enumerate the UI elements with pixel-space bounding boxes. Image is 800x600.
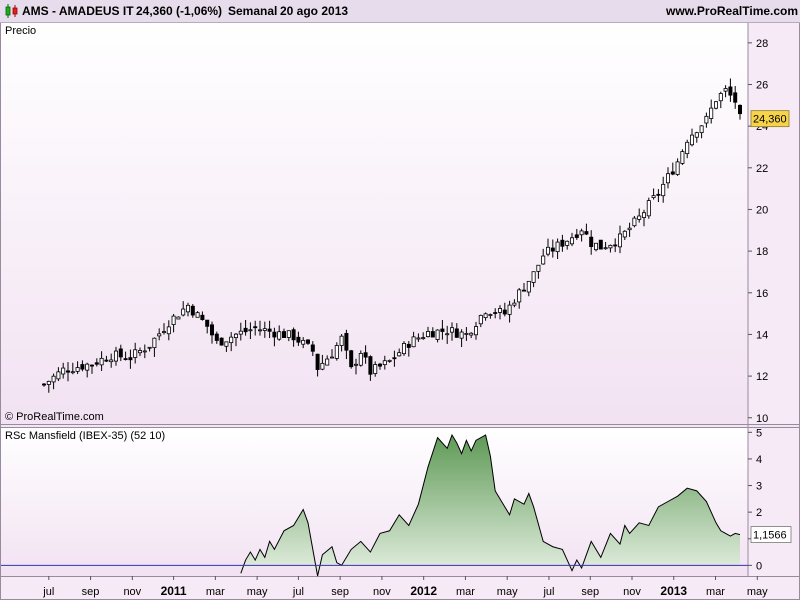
rsc-tick-label: 2	[756, 507, 762, 519]
candle	[598, 239, 603, 250]
candle	[714, 101, 719, 110]
time-tick-label: mar	[206, 586, 225, 598]
chart-canvas: 28262422201816141210 543210 julsepnov201…	[0, 0, 800, 600]
time-tick-label: mar	[706, 586, 725, 598]
candle	[680, 149, 685, 165]
chart-window: 28262422201816141210 543210 julsepnov201…	[0, 0, 800, 600]
time-tick-label: jul	[42, 586, 54, 598]
date-label: 20 ago 2013	[280, 4, 349, 18]
last-rsc-badge: 1,1566	[750, 526, 792, 543]
rsc-tick-label: 5	[756, 427, 762, 439]
last-price-badge: 24,360	[750, 110, 790, 128]
time-tick-label: sep	[581, 586, 599, 598]
last-price-value: 24,360	[753, 114, 787, 126]
time-tick-label: 2012	[410, 584, 437, 598]
watermark: © ProRealTime.com	[5, 411, 104, 423]
rsc-tick-label: 4	[756, 454, 762, 466]
price-tick-label: 26	[756, 79, 768, 91]
price-change: 24,360 (-1,06%)	[136, 4, 223, 18]
time-tick-label: may	[497, 586, 518, 598]
candle	[646, 197, 651, 219]
candles-logo-icon	[5, 4, 18, 18]
time-tick-label: 2011	[161, 584, 187, 598]
time-tick-label: nov	[123, 586, 141, 598]
time-tick-label: sep	[331, 586, 349, 598]
candle	[401, 341, 406, 356]
time-tick-label: nov	[373, 586, 391, 598]
candle	[176, 316, 181, 320]
period-label: Semanal	[228, 4, 278, 18]
rsc-axis-bg	[748, 427, 800, 576]
price-tick-label: 20	[756, 204, 768, 216]
rsc-tick-label: 3	[756, 481, 762, 493]
time-tick-label: mar	[456, 586, 475, 598]
rsc-panel-label: RSc Mansfield (IBEX-35) (52 10)	[5, 430, 165, 442]
price-panel-label: Precio	[5, 25, 36, 37]
price-tick-label: 12	[756, 371, 768, 383]
time-tick-label: may	[747, 586, 768, 598]
site-label: www.ProRealTime.com	[666, 4, 799, 18]
rsc-tick-label: 0	[756, 560, 762, 572]
chart-header: AMS - AMADEUS IT 24,360 (-1,06%) Semanal…	[0, 0, 800, 23]
time-tick-label: sep	[82, 586, 100, 598]
last-rsc-value: 1,1566	[753, 530, 787, 542]
candle	[219, 337, 224, 346]
time-tick-label: may	[247, 586, 268, 598]
price-tick-label: 18	[756, 246, 768, 258]
price-tick-label: 16	[756, 288, 768, 300]
instrument-title: AMS - AMADEUS IT	[22, 4, 134, 18]
time-tick-label: jul	[292, 586, 304, 598]
price-tick-label: 22	[756, 163, 768, 175]
time-tick-label: jul	[542, 586, 554, 598]
candle	[349, 349, 354, 369]
price-tick-label: 14	[756, 329, 768, 341]
time-tick-label: 2013	[660, 584, 687, 598]
price-tick-label: 28	[756, 38, 768, 50]
time-tick-label: nov	[623, 586, 641, 598]
price-tick-label: 10	[756, 413, 768, 425]
